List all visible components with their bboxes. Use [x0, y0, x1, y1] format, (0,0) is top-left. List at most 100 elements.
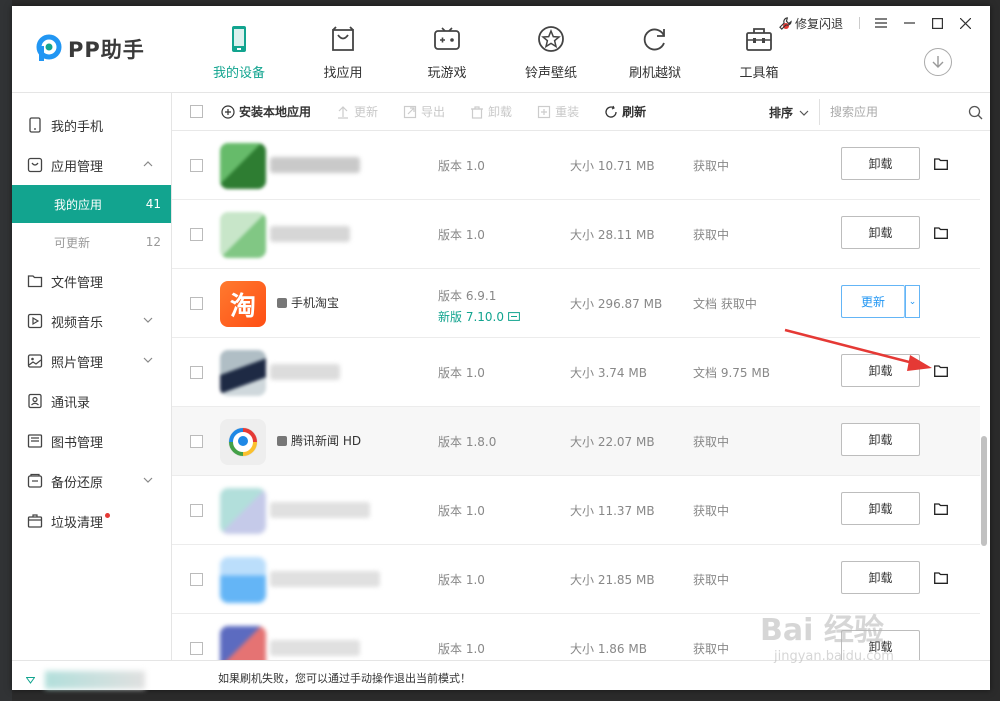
device-selector[interactable] [26, 671, 145, 689]
row-checkbox[interactable] [190, 228, 203, 241]
sidebar-item-my-phone[interactable]: 我的手机 [12, 105, 171, 145]
row-checkbox[interactable] [190, 642, 203, 655]
sidebar-item-video-music[interactable]: 视频音乐 [12, 301, 171, 341]
folder-icon[interactable] [934, 227, 948, 239]
search-icon[interactable] [968, 105, 983, 120]
folder-icon[interactable] [934, 158, 948, 170]
nav-toolbox[interactable]: 工具箱 [707, 23, 811, 84]
sidebar-item-label: 我的手机 [51, 119, 104, 135]
row-checkbox[interactable] [190, 366, 203, 379]
trash-icon [471, 105, 484, 119]
close-icon[interactable] [952, 14, 978, 32]
table-row[interactable]: 腾讯新闻 HD 版本 1.8.0 大小 22.07 MB 获取中 卸载 [172, 407, 980, 476]
folder-icon[interactable] [934, 365, 948, 377]
new-version-text: 新版 7.10.0 [438, 310, 504, 324]
new-version-link[interactable]: 新版 7.10.0 [438, 308, 520, 325]
update-app-button[interactable]: 更新 [841, 285, 905, 318]
table-row[interactable]: 淘 手机淘宝 版本 6.9.1 新版 7.10.0 大小 296.87 MB 文… [172, 269, 980, 338]
sidebar-item-book-management[interactable]: 图书管理 [12, 421, 171, 461]
table-row[interactable]: 版本 1.0 大小 10.71 MB 获取中 卸载 [172, 131, 980, 200]
search-input[interactable] [830, 105, 960, 119]
row-checkbox[interactable] [190, 159, 203, 172]
app-tag-icon [277, 435, 287, 446]
row-checkbox[interactable] [190, 297, 203, 310]
search-box [819, 99, 984, 125]
pp-logo-icon [36, 34, 66, 64]
sidebar-item-label: 图书管理 [51, 435, 104, 451]
maximize-icon[interactable] [924, 14, 950, 32]
uninstall-button[interactable]: 卸载 [841, 147, 920, 180]
app-version: 版本 1.0 [438, 642, 485, 656]
sidebar-item-contacts[interactable]: 通讯录 [12, 381, 171, 421]
update-button[interactable]: 更新 [336, 103, 378, 120]
sidebar-item-backup-restore[interactable]: 备份还原 [12, 461, 171, 501]
pp-assistant-window: PP助手 我的设备 找应用 玩游戏 铃声壁纸 刷机越狱 工具箱 修复闪退 我的手… [12, 6, 990, 690]
table-row[interactable]: 版本 1.0 大小 21.85 MB 获取中 卸载 [172, 545, 980, 614]
sidebar-item-junk-clean[interactable]: 垃圾清理 [12, 501, 171, 541]
nav-label: 玩游戏 [427, 66, 467, 81]
uninstall-button[interactable]: 卸载 [470, 103, 512, 120]
sidebar: 我的手机 应用管理 我的应用 41 可更新 12 文件管理 视频音乐 照片管理 [12, 93, 172, 660]
menu-icon[interactable] [868, 14, 894, 32]
chevron-down-icon [143, 477, 153, 483]
repair-crash-button[interactable]: 修复闪退 [779, 15, 843, 32]
scroll-thumb[interactable] [981, 436, 987, 546]
app-size: 大小 1.86 MB [570, 642, 647, 656]
select-all-checkbox[interactable] [190, 105, 203, 118]
sidebar-subitem-label: 可更新 [54, 235, 91, 250]
uninstall-button[interactable]: 卸载 [841, 216, 920, 249]
sort-dropdown[interactable]: 排序 [769, 104, 809, 121]
app-doc-size: 文档 9.75 MB [693, 366, 770, 380]
row-checkbox[interactable] [190, 435, 203, 448]
taobao-logo-char: 淘 [229, 291, 256, 322]
export-button[interactable]: 导出 [403, 103, 445, 120]
nav-games[interactable]: 玩游戏 [395, 24, 499, 84]
nav-ringtones[interactable]: 铃声壁纸 [499, 24, 603, 84]
nav-my-device[interactable]: 我的设备 [187, 24, 291, 84]
update-dropdown-chevron-icon[interactable]: ⌄ [905, 285, 920, 318]
table-row[interactable]: 版本 1.0 大小 3.74 MB 文档 9.75 MB 卸载 [172, 338, 980, 407]
status-bar: 如果刷机失败，您可以通过手动操作退出当前模式！ [12, 660, 990, 690]
sidebar-item-file-management[interactable]: 文件管理 [12, 261, 171, 301]
uninstall-button[interactable]: 卸载 [841, 423, 920, 456]
uninstall-button[interactable]: 卸载 [841, 354, 920, 387]
sidebar-item-app-management[interactable]: 应用管理 [12, 145, 171, 185]
nav-flash-jailbreak[interactable]: 刷机越狱 [603, 24, 707, 84]
nav-find-app[interactable]: 找应用 [291, 24, 395, 84]
minimize-icon[interactable] [896, 14, 922, 32]
app-logo: PP助手 [36, 34, 145, 64]
row-checkbox[interactable] [190, 573, 203, 586]
uninstall-button[interactable]: 卸载 [841, 492, 920, 525]
nav-label: 找应用 [323, 66, 363, 81]
row-checkbox[interactable] [190, 504, 203, 517]
blurred-app-name [270, 640, 360, 656]
blurred-app-name [270, 502, 370, 518]
uninstall-button[interactable]: 卸载 [841, 561, 920, 594]
folder-icon[interactable] [934, 503, 948, 515]
list-scrollbar[interactable] [981, 131, 987, 660]
folder-icon[interactable] [934, 572, 948, 584]
app-size: 大小 28.11 MB [570, 228, 655, 242]
reinstall-button[interactable]: 重装 [537, 103, 579, 120]
sidebar-item-photo-management[interactable]: 照片管理 [12, 341, 171, 381]
table-row[interactable]: 版本 1.0 大小 11.37 MB 获取中 卸载 [172, 476, 980, 545]
download-manager-button[interactable] [924, 48, 952, 76]
sidebar-item-label: 垃圾清理 [51, 515, 104, 531]
install-local-app-button[interactable]: 安装本地应用 [221, 103, 311, 120]
app-icon [220, 143, 266, 189]
top-nav: 我的设备 找应用 玩游戏 铃声壁纸 刷机越狱 工具箱 [187, 23, 811, 84]
sidebar-subitem-my-apps[interactable]: 我的应用 41 [12, 185, 171, 223]
phone-icon [232, 26, 246, 52]
sidebar-item-label: 应用管理 [51, 159, 104, 175]
update-count-badge: 12 [145, 235, 161, 249]
sidebar-subitem-updatable[interactable]: 可更新 12 [12, 223, 171, 261]
nav-label: 我的设备 [212, 66, 265, 81]
app-size: 大小 3.74 MB [570, 366, 647, 380]
nav-label: 刷机越狱 [628, 66, 681, 81]
nav-label: 工具箱 [739, 66, 779, 81]
table-row[interactable]: 版本 1.0 大小 28.11 MB 获取中 卸载 [172, 200, 980, 269]
refresh-button[interactable]: 刷新 [604, 103, 646, 120]
app-version: 版本 1.0 [438, 366, 485, 380]
app-icon [27, 157, 43, 173]
watermark-main: Bai 经验 [760, 613, 884, 648]
